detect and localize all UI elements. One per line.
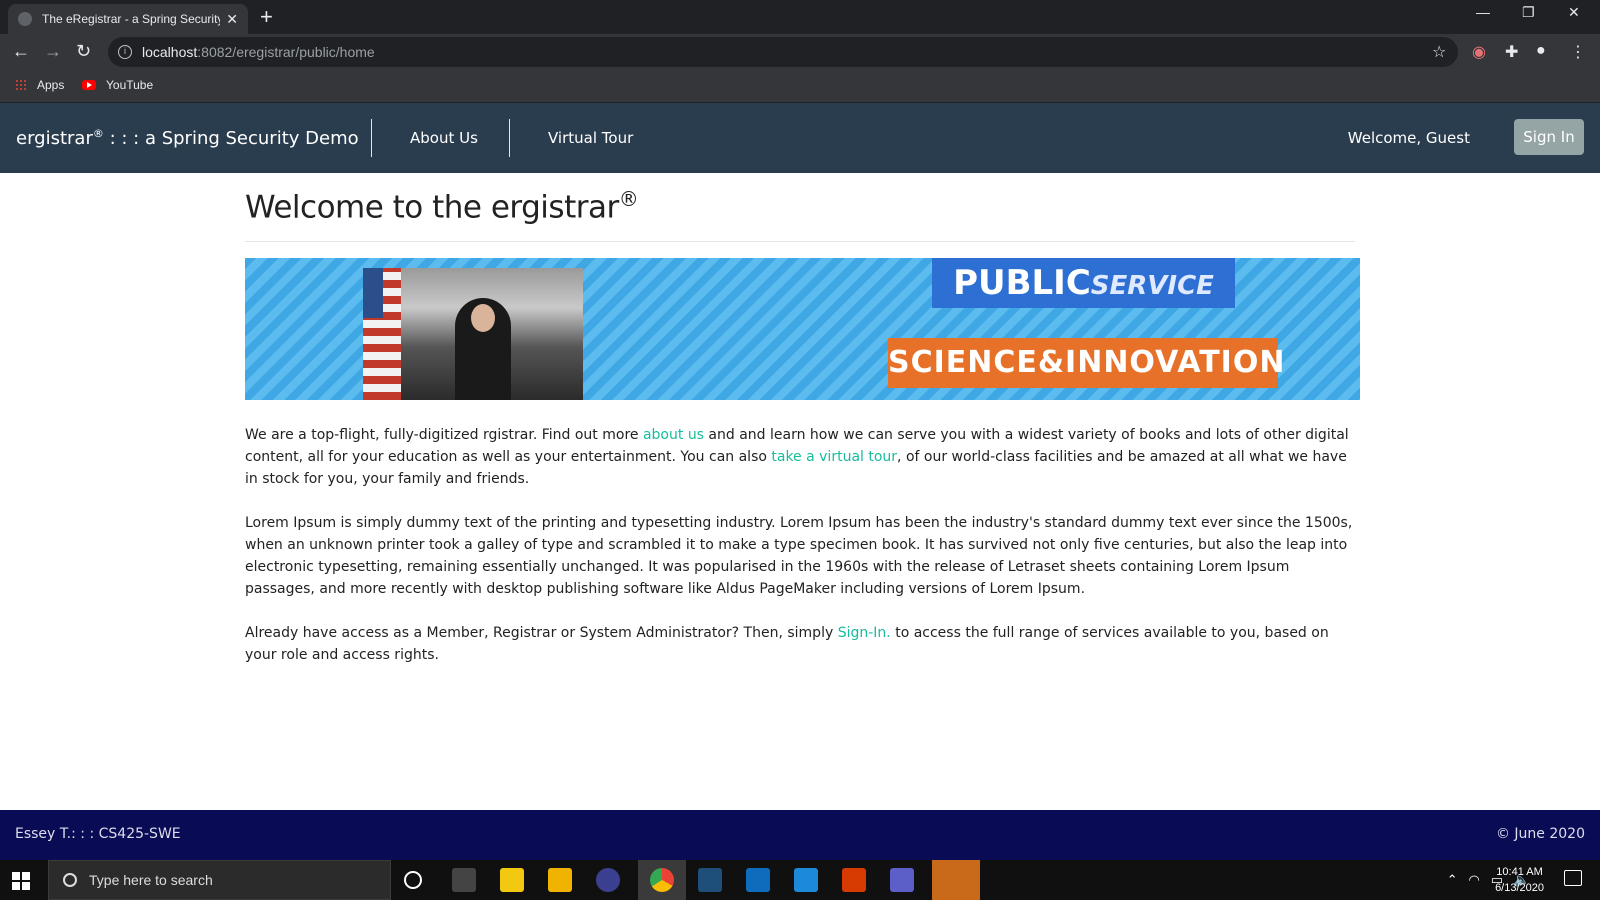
footer-copyright: © June 2020 <box>1495 826 1585 842</box>
notification-icon[interactable] <box>1564 870 1582 886</box>
teams-icon[interactable] <box>890 868 914 892</box>
page-title: Welcome to the ergistrar® <box>245 187 1360 225</box>
public-text: PUBLIC <box>953 263 1091 304</box>
reload-icon[interactable]: ↻ <box>76 40 91 62</box>
minimize-icon[interactable]: — <box>1476 4 1490 20</box>
page-footer: Essey T.: : : CS425-SWE © June 2020 <box>0 810 1600 860</box>
bookmarks-bar: Apps YouTube <box>0 70 1600 103</box>
text-segment: Already have access as a Member, Registr… <box>245 625 838 642</box>
menu-kebab-icon[interactable]: ⋮ <box>1570 42 1586 62</box>
office-icon[interactable] <box>842 868 866 892</box>
search-icon <box>63 873 77 887</box>
url-host: localhost <box>142 44 198 60</box>
lorem-paragraph: Lorem Ipsum is simply dummy text of the … <box>245 515 1353 598</box>
puzzle-icon[interactable]: ✚ <box>1505 42 1518 62</box>
apps-grid-icon <box>15 79 27 91</box>
divider <box>245 241 1355 243</box>
registered-mark: ® <box>618 187 639 211</box>
bookmark-youtube[interactable]: YouTube <box>82 78 153 92</box>
registered-mark: ® <box>92 127 104 140</box>
bookmark-apps[interactable]: Apps <box>15 78 64 92</box>
profile-icon[interactable]: ● <box>1536 42 1546 60</box>
app-navbar: ergistrar® : : : a Spring Security Demo … <box>0 103 1600 173</box>
browser-toolbar: ← → ↻ i localhost:8082/eregistrar/public… <box>0 34 1600 70</box>
back-icon[interactable]: ← <box>12 40 30 62</box>
extension-record-icon[interactable]: ◉ <box>1472 42 1486 62</box>
public-service-badge: PUBLICSERVICE <box>932 258 1235 309</box>
brand-suffix: : : : a Spring Security Demo <box>103 128 359 149</box>
sticky-notes-icon[interactable] <box>500 868 524 892</box>
intellij-taskbar-button[interactable] <box>932 860 980 900</box>
new-tab-button[interactable]: + <box>260 4 273 30</box>
nav-about-us[interactable]: About Us <box>410 129 478 147</box>
signin-paragraph: Already have access as a Member, Registr… <box>245 622 1355 666</box>
main-content: Welcome to the ergistrar® PUBLICSERVICE … <box>245 173 1360 666</box>
youtube-icon <box>82 80 96 90</box>
sign-in-button[interactable]: Sign In <box>1514 119 1584 155</box>
science-innovation-badge: SCIENCE&INNOVATION <box>888 338 1284 389</box>
chrome-icon <box>650 868 674 892</box>
virtual-tour-link[interactable]: take a virtual tour <box>771 449 897 465</box>
text-segment: We are a top-flight, fully-digitized rgi… <box>245 427 643 444</box>
tab-bar: The eRegistrar - a Spring Security ✕ + —… <box>0 0 1600 34</box>
service-text: SERVICE <box>1090 271 1214 302</box>
page-title-text: Welcome to the ergistrar <box>245 189 619 226</box>
search-placeholder: Type here to search <box>89 872 213 888</box>
mysql-workbench-icon[interactable] <box>698 868 722 892</box>
cortana-icon[interactable] <box>404 871 422 889</box>
sign-in-link[interactable]: Sign-In. <box>838 625 891 641</box>
globe-icon <box>18 12 32 26</box>
close-tab-icon[interactable]: ✕ <box>226 11 238 28</box>
footer-credit: Essey T.: : : CS425-SWE <box>15 826 181 842</box>
close-window-icon[interactable]: ✕ <box>1568 4 1580 21</box>
forward-icon[interactable]: → <box>44 40 62 62</box>
taskbar: Type here to search ⌃ ◠ ▭ 🔈 10:41 AM 6/1… <box>0 860 1600 900</box>
vscode-icon[interactable] <box>794 868 818 892</box>
bookmark-label: YouTube <box>106 78 154 92</box>
nav-virtual-tour[interactable]: Virtual Tour <box>548 129 633 147</box>
info-icon[interactable]: i <box>118 45 132 59</box>
nav-divider <box>509 119 510 157</box>
hero-banner: PUBLICSERVICE SCIENCE&INNOVATION <box>245 258 1360 401</box>
mail-icon[interactable] <box>746 868 770 892</box>
flag-image <box>363 268 401 401</box>
taskbar-clock[interactable]: 10:41 AM 6/13/2020 <box>1495 864 1544 896</box>
browser-tab[interactable]: The eRegistrar - a Spring Security ✕ <box>8 4 248 34</box>
task-view-icon[interactable] <box>452 868 476 892</box>
restore-icon[interactable]: ❐ <box>1522 4 1535 21</box>
about-us-link[interactable]: about us <box>643 427 704 443</box>
address-bar[interactable]: i localhost:8082/eregistrar/public/home <box>108 37 1458 67</box>
brand[interactable]: ergistrar® : : : a Spring Security Demo <box>16 127 359 149</box>
bookmark-label: Apps <box>37 78 65 92</box>
browser-chrome: The eRegistrar - a Spring Security ✕ + —… <box>0 0 1600 103</box>
windows-start-icon[interactable] <box>12 872 30 890</box>
taskbar-search[interactable]: Type here to search <box>48 860 391 900</box>
clock-date: 6/13/2020 <box>1495 882 1544 894</box>
brand-name: ergistrar <box>16 128 93 149</box>
tab-title: The eRegistrar - a Spring Security <box>42 12 221 26</box>
eclipse-icon[interactable] <box>596 868 620 892</box>
welcome-text: Welcome, Guest <box>1347 129 1470 147</box>
url-path: :8082/eregistrar/public/home <box>197 44 375 60</box>
clock-time: 10:41 AM <box>1496 866 1543 878</box>
nav-divider <box>371 119 372 157</box>
intro-paragraph: We are a top-flight, fully-digitized rgi… <box>245 424 1355 490</box>
speaker-figure <box>455 298 511 401</box>
star-icon[interactable]: ☆ <box>1432 42 1446 62</box>
file-explorer-icon[interactable] <box>548 868 572 892</box>
